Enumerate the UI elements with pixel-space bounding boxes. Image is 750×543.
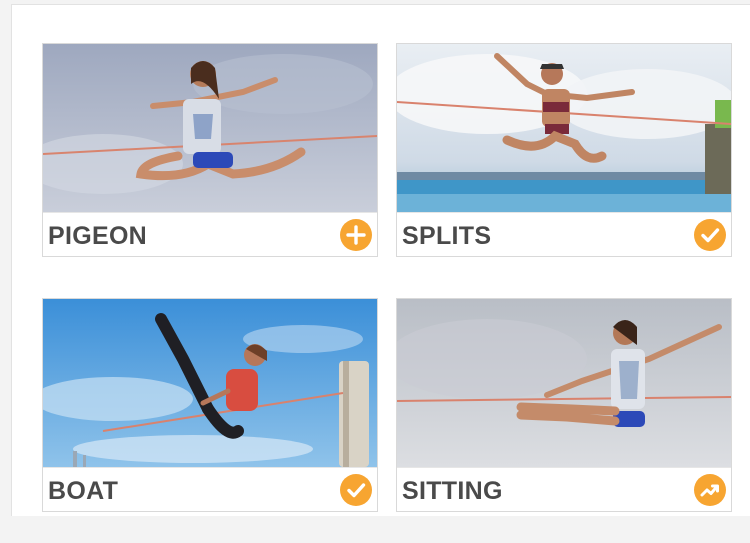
- trending-up-icon[interactable]: [694, 474, 726, 506]
- pose-card-footer: SITTING: [397, 467, 731, 511]
- pose-card-footer: BOAT: [43, 467, 377, 511]
- pose-card-sitting[interactable]: SITTING: [396, 298, 732, 512]
- pose-card-footer: PIGEON: [43, 212, 377, 256]
- pose-grid-panel: PIGEON SPLITS BOAT SITTING: [11, 4, 750, 516]
- pose-photo-pigeon: [43, 44, 377, 212]
- pose-label: SPLITS: [402, 222, 492, 250]
- pose-label: PIGEON: [48, 222, 148, 250]
- pose-label: SITTING: [402, 477, 503, 505]
- check-icon[interactable]: [340, 474, 372, 506]
- pose-card-pigeon[interactable]: PIGEON: [42, 43, 378, 257]
- pose-photo-boat: [43, 299, 377, 467]
- check-icon[interactable]: [694, 219, 726, 251]
- plus-icon[interactable]: [340, 219, 372, 251]
- pose-photo-splits: [397, 44, 731, 212]
- pose-card-footer: SPLITS: [397, 212, 731, 256]
- pose-label: BOAT: [48, 477, 119, 505]
- pose-card-splits[interactable]: SPLITS: [396, 43, 732, 257]
- pose-card-boat[interactable]: BOAT: [42, 298, 378, 512]
- pose-photo-sitting: [397, 299, 731, 467]
